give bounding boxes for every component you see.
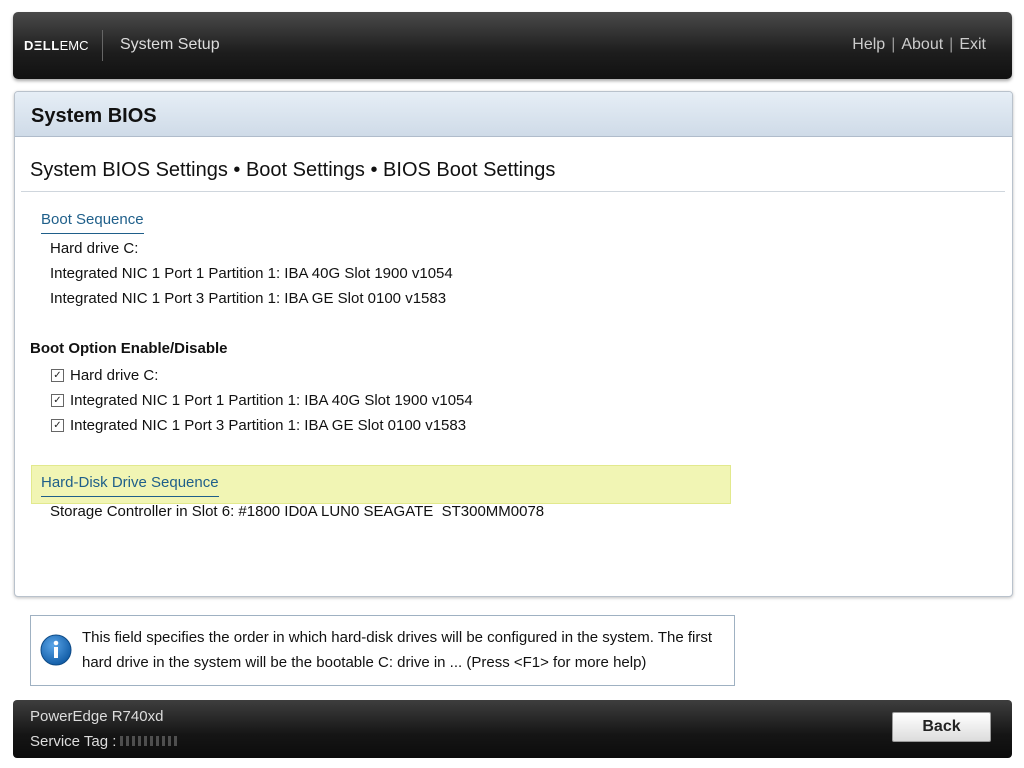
service-tag-label: Service Tag :: [30, 733, 117, 750]
exit-link[interactable]: Exit: [959, 36, 986, 53]
service-tag: Service Tag :: [30, 733, 181, 750]
boot-option-label: Hard drive C:: [70, 367, 159, 384]
checkbox-hard-drive[interactable]: ✓: [51, 369, 64, 382]
info-icon: [40, 634, 72, 666]
boot-sequence-item: Integrated NIC 1 Port 1 Partition 1: IBA…: [50, 265, 453, 282]
panel-title: System BIOS: [31, 105, 157, 127]
boot-option-heading: Boot Option Enable/Disable: [30, 340, 228, 357]
boot-sequence-item: Hard drive C:: [50, 240, 139, 257]
header-bar: DΞLLEMC System Setup Help | About | Exit: [13, 12, 1012, 79]
checkbox-nic-port-3[interactable]: ✓: [51, 419, 64, 432]
header-divider: [102, 30, 103, 61]
footer-bar: PowerEdge R740xd Service Tag : Back: [13, 700, 1012, 758]
help-link[interactable]: Help: [852, 36, 885, 53]
boot-sequence-link[interactable]: Boot Sequence: [41, 211, 144, 234]
help-text: This field specifies the order in which …: [82, 629, 712, 671]
checkbox-nic-port-1[interactable]: ✓: [51, 394, 64, 407]
boot-option-row: ✓ Integrated NIC 1 Port 3 Partition 1: I…: [51, 417, 466, 434]
about-link[interactable]: About: [901, 36, 943, 53]
boot-option-row: ✓ Hard drive C:: [51, 367, 158, 384]
boot-sequence-item: Integrated NIC 1 Port 3 Partition 1: IBA…: [50, 290, 447, 307]
hdd-sequence-link[interactable]: Hard-Disk Drive Sequence: [41, 474, 219, 497]
boot-option-label: Integrated NIC 1 Port 3 Partition 1: IBA…: [70, 417, 467, 434]
panel-title-bar: System BIOS: [15, 92, 1012, 137]
header-links: Help | About | Exit: [852, 36, 986, 54]
breadcrumb: System BIOS Settings • Boot Settings • B…: [30, 159, 556, 181]
hdd-sequence-item: Storage Controller in Slot 6: #1800 ID0A…: [50, 503, 545, 520]
boot-option-row: ✓ Integrated NIC 1 Port 1 Partition 1: I…: [51, 392, 473, 409]
app-title: System Setup: [120, 36, 220, 53]
back-button[interactable]: Back: [892, 712, 991, 742]
settings-panel: System BIOS System BIOS Settings • Boot …: [14, 91, 1013, 597]
boot-option-label: Integrated NIC 1 Port 1 Partition 1: IBA…: [70, 392, 473, 409]
link-separator: |: [891, 36, 896, 53]
server-model: PowerEdge R740xd: [30, 708, 164, 725]
breadcrumb-divider: [21, 191, 1005, 192]
link-separator: |: [949, 36, 954, 53]
service-tag-redacted: [120, 736, 181, 746]
help-box: This field specifies the order in which …: [30, 615, 735, 686]
dell-emc-logo: DΞLLEMC: [24, 38, 89, 53]
